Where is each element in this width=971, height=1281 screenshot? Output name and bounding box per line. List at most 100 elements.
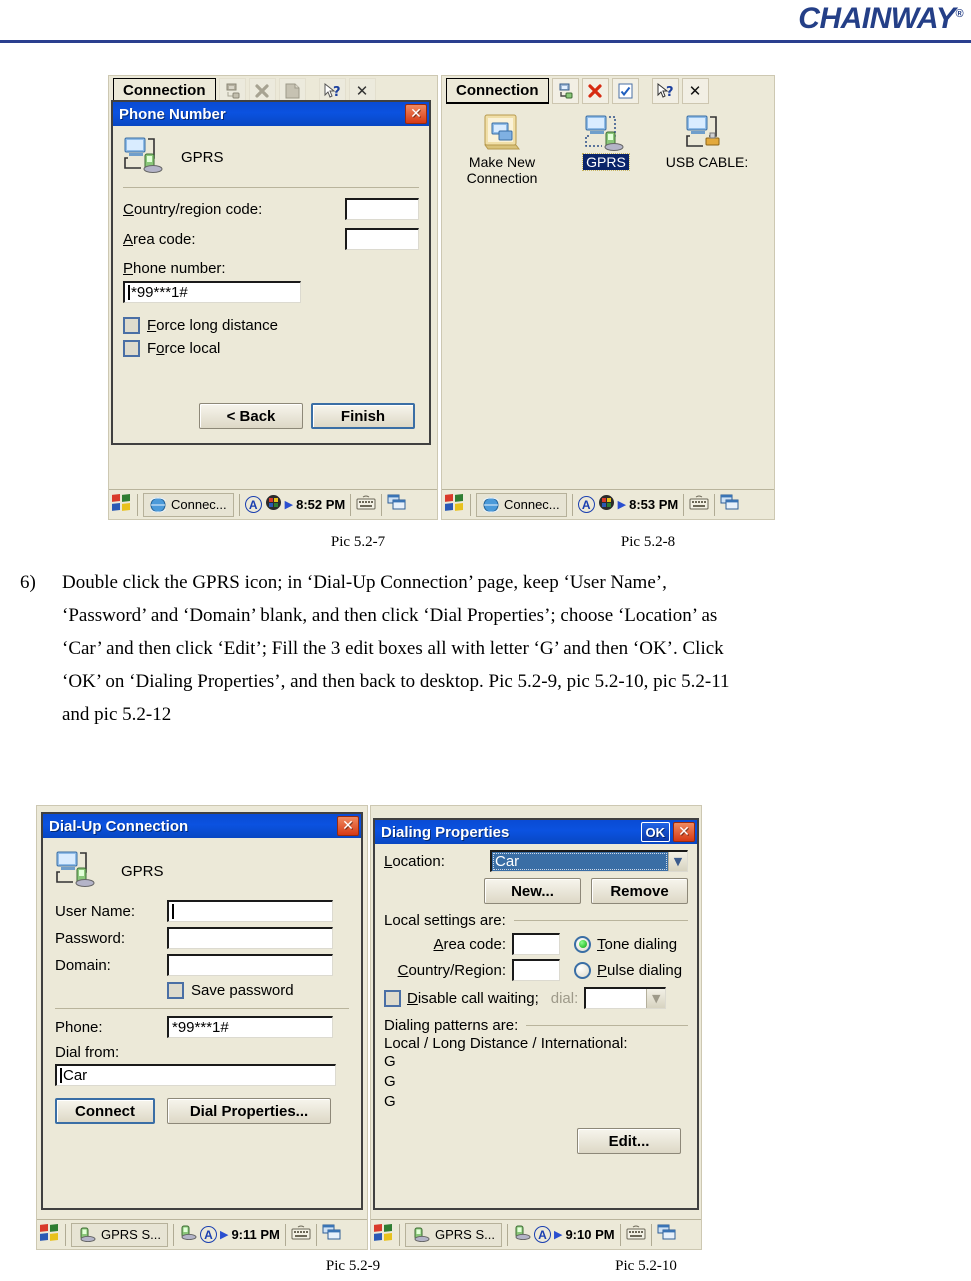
- start-icon[interactable]: [39, 1223, 60, 1247]
- connection-name: GPRS: [181, 148, 224, 166]
- taskbar-item-label: GPRS S...: [101, 1227, 161, 1242]
- ime-indicator-icon[interactable]: A: [577, 496, 595, 513]
- svg-text:?: ?: [666, 85, 674, 100]
- dialog-title: Dial-Up Connection: [49, 817, 189, 835]
- dial-properties-button[interactable]: Dial Properties...: [167, 1098, 331, 1124]
- close-icon[interactable]: ✕: [681, 78, 709, 104]
- taskbar-clock[interactable]: 8:53 PM: [629, 497, 678, 512]
- icon-gprs[interactable]: GPRS: [554, 112, 658, 171]
- play-arrow-icon: ▶: [284, 498, 294, 511]
- taskbar-item-connection[interactable]: Connec...: [143, 492, 234, 517]
- start-icon[interactable]: [444, 493, 465, 517]
- close-icon[interactable]: ✕: [673, 822, 695, 842]
- make-new-connection-icon: [450, 112, 554, 154]
- dialog-title: Dialing Properties: [381, 823, 510, 841]
- back-button[interactable]: < Back: [199, 403, 303, 429]
- domain-input[interactable]: [167, 954, 333, 976]
- area-code-label: Area code:: [433, 935, 506, 953]
- windows-stack-icon[interactable]: [322, 1224, 341, 1245]
- country-region-code-input[interactable]: [345, 198, 419, 220]
- properties-icon[interactable]: [611, 78, 639, 104]
- dial-from-label: Dial from:: [55, 1044, 120, 1061]
- country-region-input[interactable]: [512, 959, 560, 981]
- ime-indicator-icon[interactable]: A: [244, 496, 262, 513]
- taskbar-clock[interactable]: 9:10 PM: [565, 1227, 614, 1242]
- start-icon[interactable]: [111, 493, 132, 517]
- caption-pic-5-2-9: Pic 5.2-9: [325, 1258, 381, 1274]
- keyboard-icon[interactable]: [356, 494, 376, 515]
- pulse-dialing-label: Pulse dialing: [597, 961, 683, 979]
- chevron-down-icon: ▼: [646, 989, 666, 1008]
- ime-indicator-icon[interactable]: A: [199, 1226, 217, 1243]
- cmdbar-tab-connection[interactable]: Connection: [446, 78, 549, 104]
- help-icon[interactable]: ?: [651, 78, 679, 104]
- windows-stack-icon[interactable]: [657, 1224, 676, 1245]
- taskbar-item-gprs[interactable]: GPRS S...: [71, 1222, 168, 1247]
- ime-indicator-icon[interactable]: A: [533, 1226, 551, 1243]
- area-code-label: Area code:: [123, 230, 196, 248]
- dialing-properties-dialog: Dialing Properties OK ✕ Location: Car ▼ …: [373, 818, 699, 1210]
- edit-patterns-button[interactable]: Edit...: [577, 1128, 681, 1154]
- screenshot-pic-5-2-8: Connection ? ✕ Make New Connection GPRS …: [441, 75, 775, 520]
- area-code-input[interactable]: [512, 933, 560, 955]
- screenshot-pic-5-2-7: Connection ? ✕ Phone Number ✕ GPRS Count…: [108, 75, 438, 520]
- force-long-distance-label: Force long distance: [147, 317, 278, 334]
- phone-number-label: Phone number:: [123, 260, 226, 277]
- location-combobox[interactable]: Car ▼: [490, 850, 688, 872]
- keyboard-icon[interactable]: [291, 1224, 311, 1245]
- pulse-dialing-radio[interactable]: [574, 961, 591, 979]
- icon-make-new-connection[interactable]: Make New Connection: [450, 112, 554, 186]
- screenshot-pic-5-2-9: Dial-Up Connection ✕ GPRS User Name: Pas…: [36, 805, 368, 1250]
- area-code-input[interactable]: [345, 228, 419, 250]
- chevron-down-icon[interactable]: ▼: [668, 852, 687, 871]
- user-name-input[interactable]: [167, 900, 333, 922]
- dial-from-input[interactable]: Car: [55, 1064, 336, 1086]
- connection-icon: [123, 136, 167, 178]
- force-local-checkbox[interactable]: [123, 340, 140, 357]
- header-divider: [0, 40, 971, 43]
- gprs-status-icon[interactable]: [179, 1225, 197, 1245]
- windows-stack-icon[interactable]: [720, 494, 739, 515]
- taskbar-item-label: Connec...: [171, 497, 227, 512]
- ok-button[interactable]: OK: [640, 822, 670, 842]
- force-long-distance-checkbox[interactable]: [123, 317, 140, 334]
- keyboard-icon[interactable]: [626, 1224, 646, 1245]
- phone-number-input[interactable]: *99***1#: [123, 281, 301, 303]
- windows-stack-icon[interactable]: [387, 494, 406, 515]
- icon-label: Make New Connection: [466, 154, 538, 186]
- instruction-line: ‘OK’ on ‘Dialing Properties’, and then b…: [62, 671, 730, 692]
- pattern-international: G: [384, 1093, 396, 1110]
- close-icon[interactable]: ✕: [405, 104, 427, 124]
- disable-call-waiting-checkbox[interactable]: [384, 989, 401, 1007]
- force-local-label: Force local: [147, 340, 221, 357]
- remove-location-button[interactable]: Remove: [591, 878, 688, 904]
- finish-button[interactable]: Finish: [311, 403, 415, 429]
- color-palette-icon[interactable]: [598, 494, 615, 516]
- phone-label: Phone:: [55, 1018, 103, 1036]
- connection-icon-grid: Make New Connection GPRS USB CABLE:: [442, 106, 774, 519]
- taskbar-item-connection[interactable]: Connec...: [476, 492, 567, 517]
- delete-icon[interactable]: [581, 78, 609, 104]
- gprs-status-icon[interactable]: [513, 1225, 531, 1245]
- close-icon[interactable]: ✕: [337, 816, 359, 836]
- password-label: Password:: [55, 929, 126, 947]
- screenshot-pic-5-2-10: Dialing Properties OK ✕ Location: Car ▼ …: [370, 805, 702, 1250]
- save-password-checkbox[interactable]: [167, 982, 184, 999]
- icon-usb-cable[interactable]: USB CABLE:: [655, 112, 759, 170]
- dialog-titlebar: Dial-Up Connection ✕: [43, 814, 361, 838]
- taskbar-clock[interactable]: 8:52 PM: [296, 497, 345, 512]
- color-palette-icon[interactable]: [265, 494, 282, 516]
- new-connection-icon[interactable]: [551, 78, 579, 104]
- country-region-label: Country/Region:: [397, 961, 506, 979]
- new-location-button[interactable]: New...: [484, 878, 581, 904]
- connection-name: GPRS: [121, 862, 164, 880]
- taskbar-item-gprs[interactable]: GPRS S...: [405, 1222, 502, 1247]
- taskbar-clock[interactable]: 9:11 PM: [231, 1227, 279, 1242]
- password-input[interactable]: [167, 927, 333, 949]
- keyboard-icon[interactable]: [689, 494, 709, 515]
- dial-value: [586, 989, 646, 1008]
- tone-dialing-radio[interactable]: [574, 935, 591, 953]
- start-icon[interactable]: [373, 1223, 394, 1247]
- connect-button[interactable]: Connect: [55, 1098, 155, 1124]
- phone-input[interactable]: *99***1#: [167, 1016, 333, 1038]
